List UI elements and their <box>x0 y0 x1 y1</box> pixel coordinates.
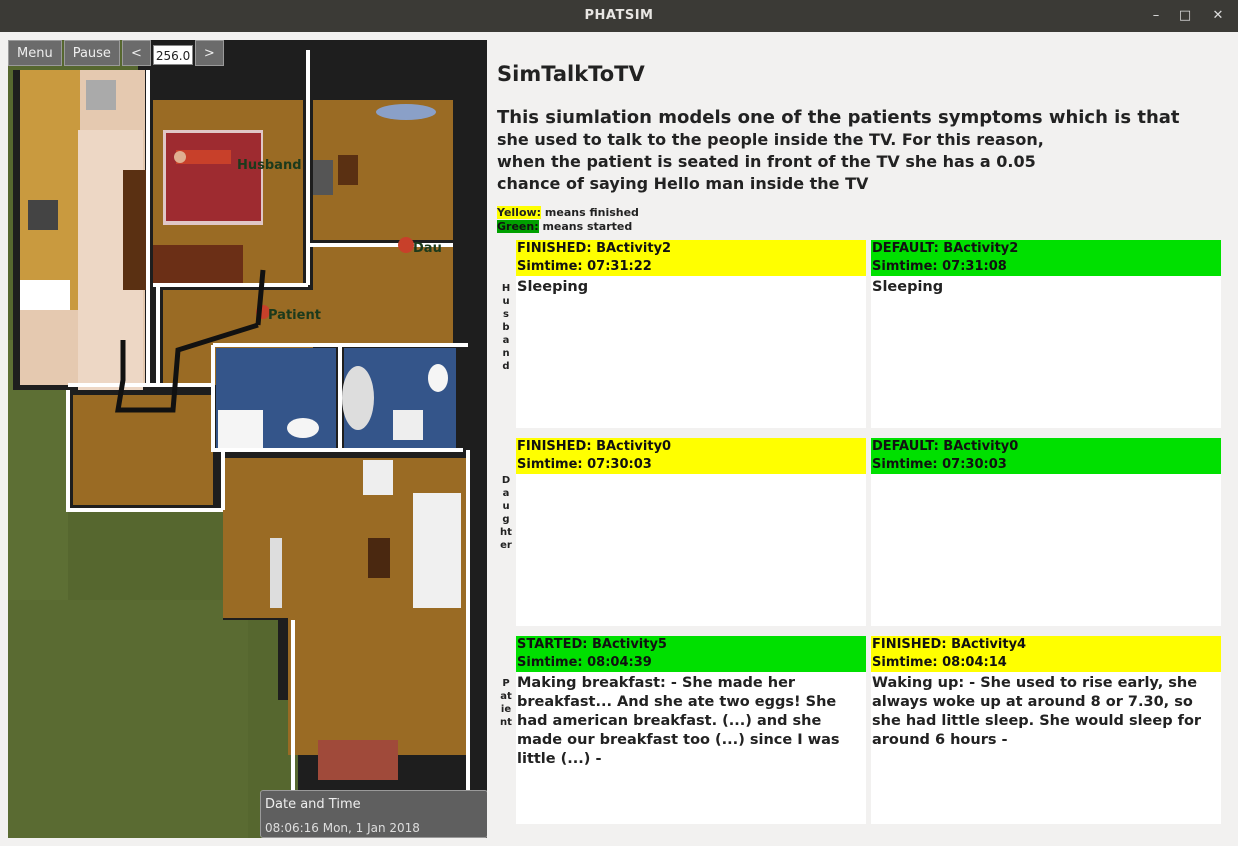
activity-card-header: DEFAULT: BActivity2 Simtime: 07:31:08 <box>871 240 1221 276</box>
row-label-husband: Husband <box>501 283 511 372</box>
activity-card-header: FINISHED: BActivity0 Simtime: 07:30:03 <box>516 438 866 474</box>
activity-status: FINISHED: BActivity4 <box>872 637 1027 652</box>
activity-card-header: FINISHED: BActivity4 Simtime: 08:04:14 <box>871 636 1221 672</box>
activity-card-header: DEFAULT: BActivity0 Simtime: 07:30:03 <box>871 438 1221 474</box>
window-titlebar: PHATSIM – □ ✕ <box>0 0 1238 32</box>
activity-status: DEFAULT: BActivity0 <box>872 439 1019 454</box>
pause-button[interactable]: Pause <box>63 40 120 66</box>
description-line-4: chance of saying Hello man inside the TV <box>497 174 869 193</box>
description-line-3: when the patient is seated in front of t… <box>497 152 1036 171</box>
maximize-icon[interactable]: □ <box>1175 6 1195 26</box>
legend-yellow-text: means finished <box>541 206 639 219</box>
activity-text: Waking up: - She used to rise early, she… <box>872 675 1202 748</box>
activity-card-header: STARTED: BActivity5 Simtime: 08:04:39 <box>516 636 866 672</box>
activity-status: FINISHED: BActivity0 <box>517 439 672 454</box>
close-icon[interactable]: ✕ <box>1208 6 1228 26</box>
activity-text <box>516 474 866 478</box>
activity-simtime: Simtime: 08:04:14 <box>872 655 1007 670</box>
activity-simtime: Simtime: 07:31:22 <box>517 259 652 274</box>
agent-label-patient: Patient <box>268 308 321 323</box>
datetime-panel: Date and Time 08:06:16 Mon, 1 Jan 2018 <box>260 790 487 838</box>
datetime-label: Date and Time <box>265 797 361 812</box>
activity-status: DEFAULT: BActivity2 <box>872 241 1019 256</box>
legend-green-text: means started <box>538 220 633 233</box>
legend-green-key: Green: <box>497 220 539 233</box>
speed-increase-button[interactable]: > <box>194 40 224 66</box>
activity-simtime: Simtime: 07:30:03 <box>517 457 652 472</box>
activity-text <box>871 474 1221 478</box>
activity-simtime: Simtime: 07:31:08 <box>872 259 1007 274</box>
speed-decrease-button[interactable]: < <box>121 40 151 66</box>
sim-toolbar: Menu Pause < 256.0 > <box>8 40 224 68</box>
agent-label-daughter: Dau <box>413 241 442 256</box>
activity-text: Sleeping <box>872 279 944 295</box>
activity-simtime: Simtime: 07:30:03 <box>872 457 1007 472</box>
description-line-1: This siumlation models one of the patien… <box>497 107 1180 128</box>
activity-card-patient-right: FINISHED: BActivity4 Simtime: 08:04:14 W… <box>871 636 1221 824</box>
agent-label-husband: Husband <box>237 158 302 173</box>
activity-card-patient-left: STARTED: BActivity5 Simtime: 08:04:39 Ma… <box>516 636 866 824</box>
window-title: PHATSIM <box>584 8 654 23</box>
datetime-value: 08:06:16 Mon, 1 Jan 2018 <box>265 821 420 835</box>
activity-text: Sleeping <box>517 279 589 295</box>
simulation-title: SimTalkToTV <box>497 62 645 86</box>
activity-status: FINISHED: BActivity2 <box>517 241 672 256</box>
legend-yellow-key: Yellow: <box>497 206 542 219</box>
minimize-icon[interactable]: – <box>1146 6 1166 26</box>
activity-simtime: Simtime: 08:04:39 <box>517 655 652 670</box>
simulation-description: This siumlation models one of the patien… <box>497 107 1227 195</box>
activity-text: Making breakfast: - She made her breakfa… <box>517 675 840 767</box>
color-legend: Yellow: means finished Green: means star… <box>497 206 639 234</box>
floorplan-view[interactable]: Husband Dau Patient Menu Pause < 256.0 >… <box>8 40 487 838</box>
menu-button[interactable]: Menu <box>8 40 62 66</box>
activity-status: STARTED: BActivity5 <box>517 637 667 652</box>
activity-card-daughter-left: FINISHED: BActivity0 Simtime: 07:30:03 <box>516 438 866 626</box>
activity-card-header: FINISHED: BActivity2 Simtime: 07:31:22 <box>516 240 866 276</box>
row-label-patient: Patient <box>500 678 512 728</box>
row-label-daughter: Daughter <box>500 475 512 551</box>
description-line-2: she used to talk to the people inside th… <box>497 130 1044 149</box>
speed-input[interactable]: 256.0 <box>152 45 193 65</box>
activity-card-husband-left: FINISHED: BActivity2 Simtime: 07:31:22 S… <box>516 240 866 428</box>
activity-card-daughter-right: DEFAULT: BActivity0 Simtime: 07:30:03 <box>871 438 1221 626</box>
activity-card-husband-right: DEFAULT: BActivity2 Simtime: 07:31:08 Sl… <box>871 240 1221 428</box>
